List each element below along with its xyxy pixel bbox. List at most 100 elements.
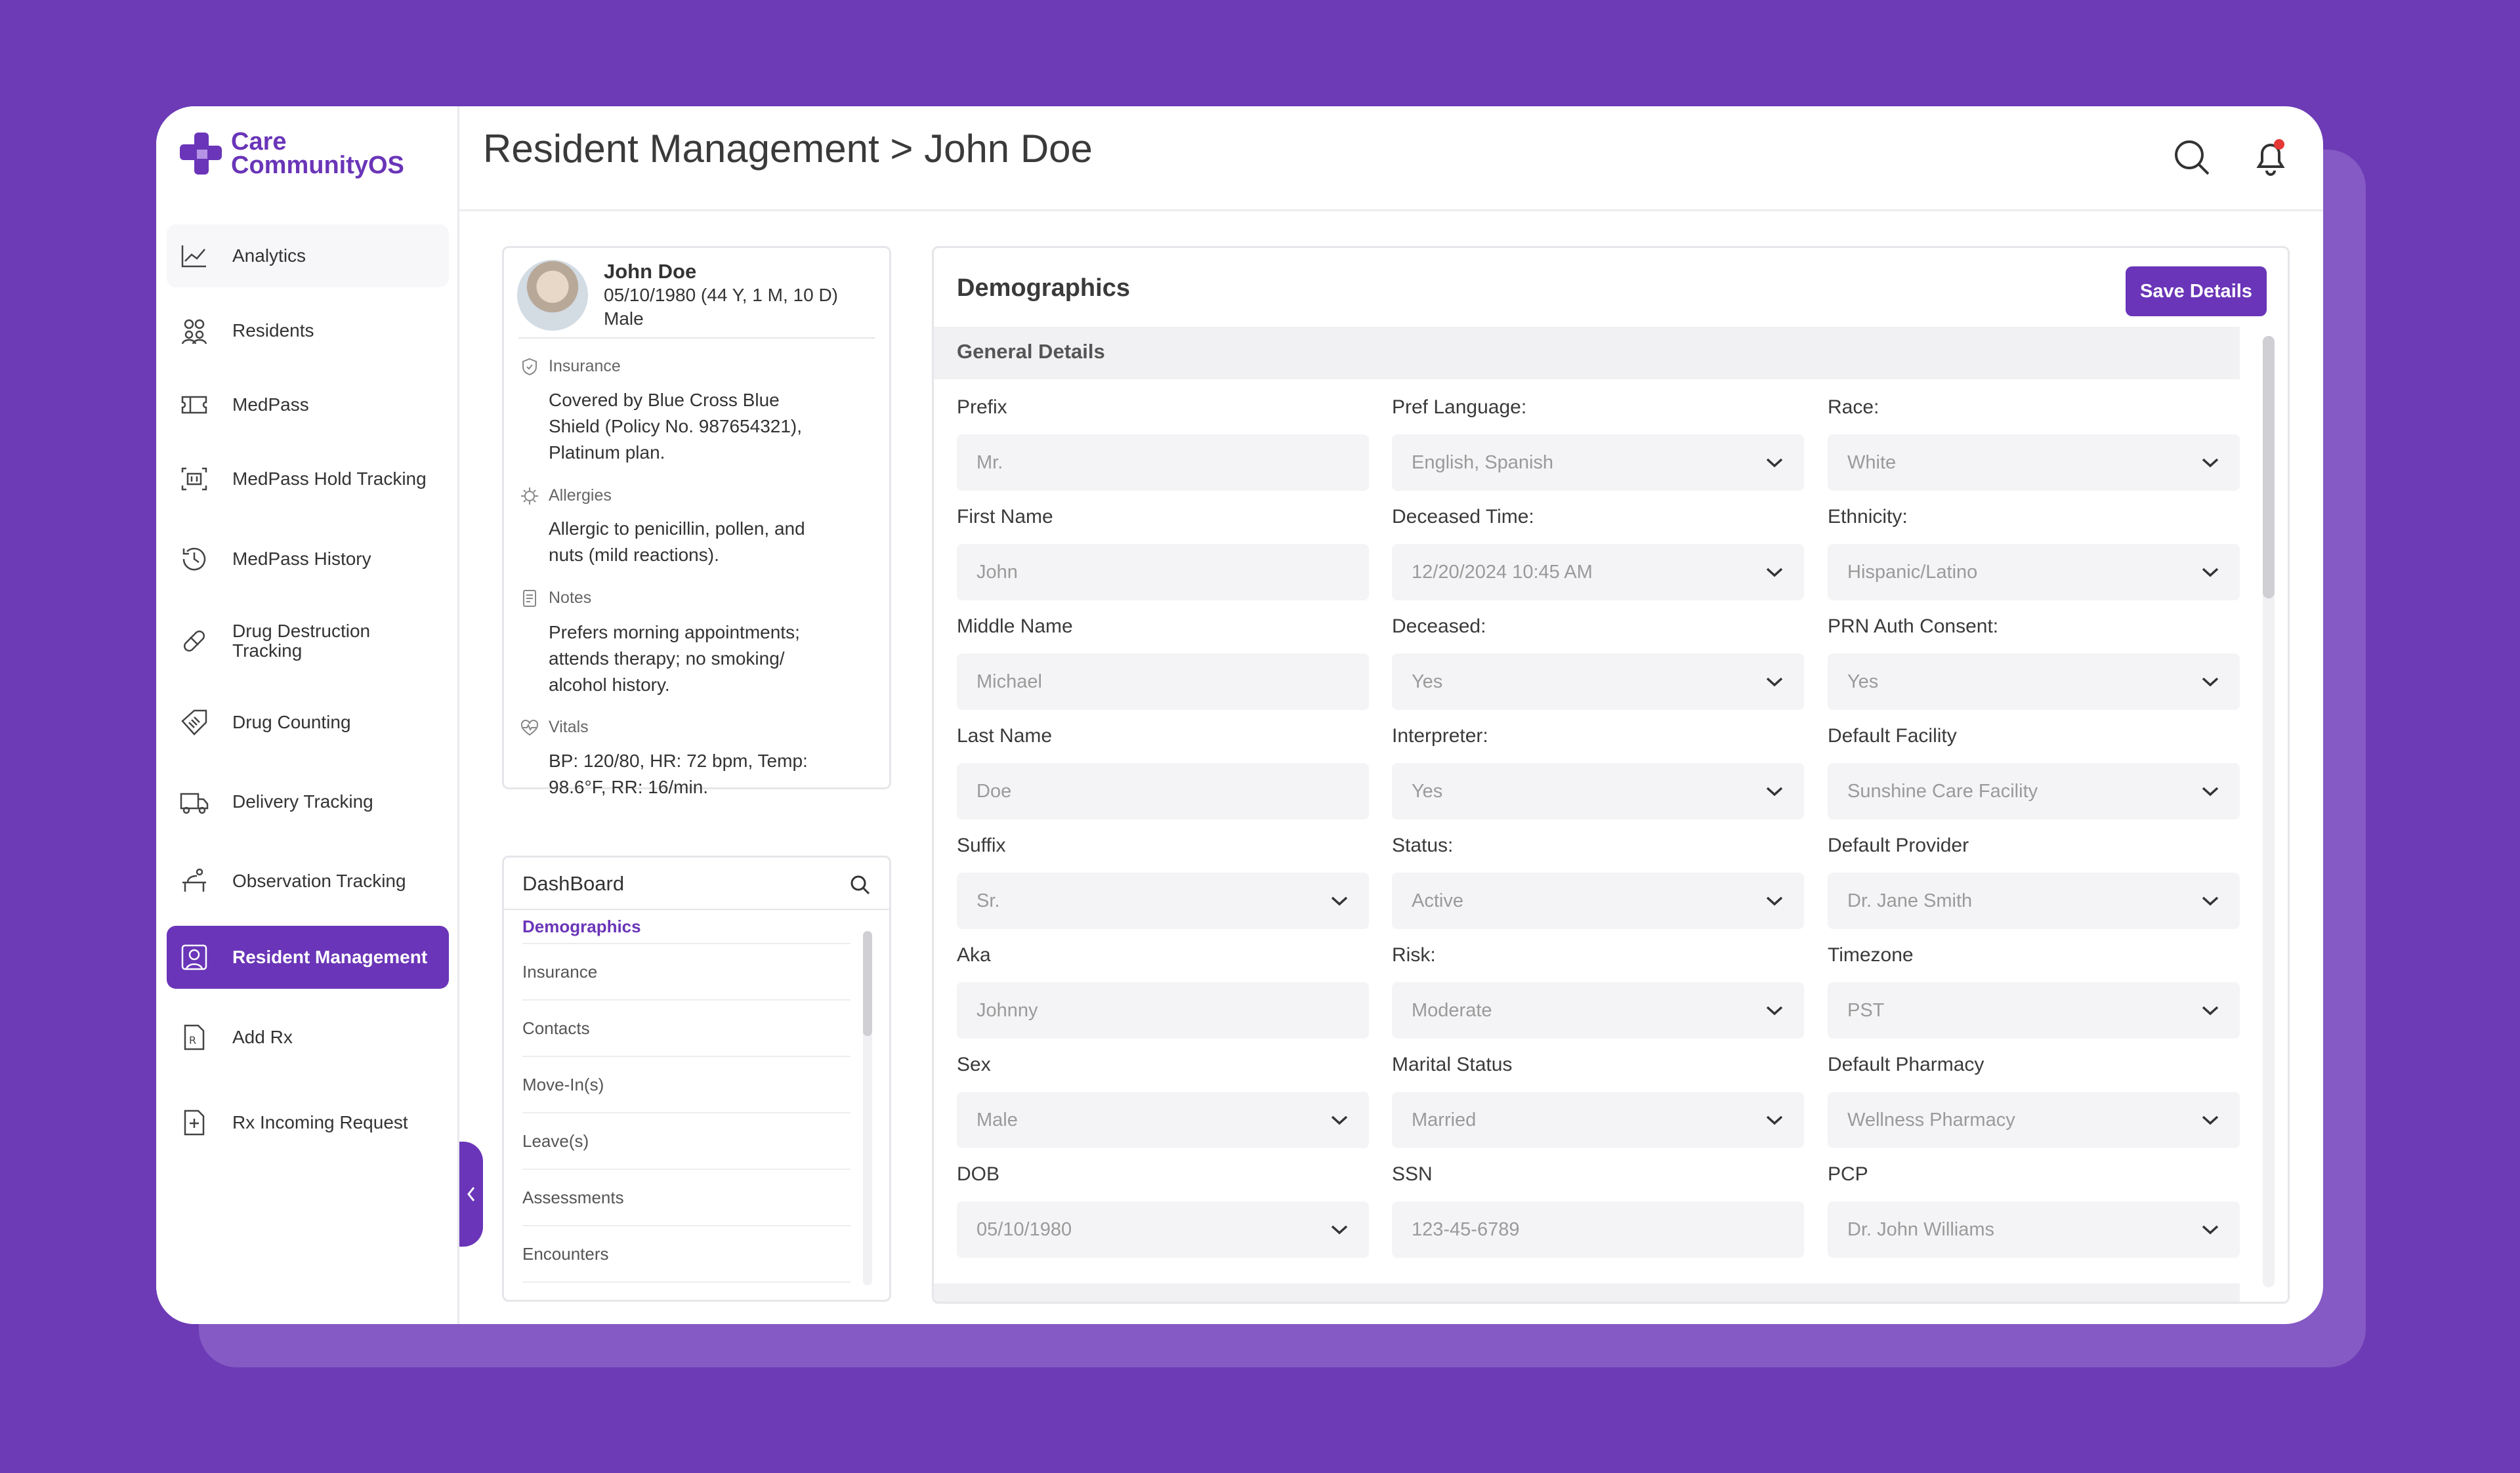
field-value: Michael bbox=[976, 671, 1042, 692]
risk-select[interactable]: Moderate bbox=[1392, 982, 1804, 1039]
sidebar-item-rx-incoming-request[interactable]: Rx Incoming Request bbox=[167, 1091, 449, 1154]
top-header: Resident Management > John Doe bbox=[459, 106, 2323, 211]
dob-select[interactable]: 05/10/1980 bbox=[957, 1201, 1369, 1258]
sidebar-item-medpass-history[interactable]: MedPass History bbox=[167, 528, 449, 591]
dashboard-item-assessments[interactable]: Assessments bbox=[522, 1170, 850, 1226]
chevron-down-icon[interactable] bbox=[1765, 783, 1784, 800]
field-value: PST bbox=[1847, 999, 1885, 1021]
chevron-down-icon[interactable] bbox=[2200, 1221, 2220, 1238]
sidebar-item-analytics[interactable]: Analytics bbox=[167, 224, 449, 287]
dashboard-scrollbar-thumb[interactable] bbox=[863, 931, 872, 1036]
sidebar-item-label: Drug Destruction Tracking bbox=[232, 621, 371, 661]
sex-select[interactable]: Male bbox=[957, 1092, 1369, 1148]
chevron-down-icon[interactable] bbox=[1765, 564, 1784, 581]
pcp-select[interactable]: Dr. John Williams bbox=[1828, 1201, 2240, 1258]
chevron-down-icon[interactable] bbox=[1765, 1002, 1784, 1019]
default-pharmacy-select[interactable]: Wellness Pharmacy bbox=[1828, 1092, 2240, 1148]
collapse-sidebar-toggle[interactable] bbox=[459, 1142, 483, 1247]
field-suffix: Suffix Sr. bbox=[957, 835, 1369, 929]
default-provider-select[interactable]: Dr. Jane Smith bbox=[1828, 873, 2240, 929]
chevron-down-icon[interactable] bbox=[1330, 892, 1349, 909]
resident-dob: 05/10/1980 (44 Y, 1 M, 10 D) bbox=[604, 285, 838, 305]
field-label: PRN Auth Consent: bbox=[1828, 615, 1999, 637]
sidebar-item-medpass-hold-tracking[interactable]: MedPass Hold Tracking bbox=[167, 447, 449, 510]
chevron-down-icon[interactable] bbox=[2200, 1111, 2220, 1129]
suffix-select[interactable]: Sr. bbox=[957, 873, 1369, 929]
sidebar-item-label: Resident Management bbox=[232, 947, 428, 967]
truck-icon bbox=[180, 793, 209, 814]
demographics-title: Demographics bbox=[957, 274, 1130, 302]
chevron-down-icon[interactable] bbox=[2200, 1002, 2220, 1019]
sidebar-item-residents[interactable]: Residents bbox=[167, 299, 449, 362]
search-icon[interactable] bbox=[2171, 136, 2213, 178]
prn-auth-consent-select[interactable]: Yes bbox=[1828, 654, 2240, 710]
sidebar-item-drug-counting[interactable]: Drug Counting bbox=[167, 691, 449, 754]
interpreter-select[interactable]: Yes bbox=[1392, 763, 1804, 819]
allergies-title: Allergies bbox=[549, 486, 612, 505]
last-name-input[interactable]: Doe bbox=[957, 763, 1369, 819]
sidebar-item-observation-tracking[interactable]: Observation Tracking bbox=[167, 850, 449, 913]
field-ssn: SSN 123-45-6789 bbox=[1392, 1163, 1804, 1258]
users-icon bbox=[181, 319, 207, 344]
sidebar-item-add-rx[interactable]: R Add Rx bbox=[167, 1006, 449, 1069]
ssn-input[interactable]: 123-45-6789 bbox=[1392, 1201, 1804, 1258]
default-facility-select[interactable]: Sunshine Care Facility bbox=[1828, 763, 2240, 819]
prefix-input[interactable]: Mr. bbox=[957, 434, 1369, 491]
field-deceased-time: Deceased Time: 12/20/2024 10:45 AM bbox=[1392, 506, 1804, 600]
vitals-line: BP: 120/80, HR: 72 bpm, Temp: bbox=[549, 751, 808, 771]
timezone-select[interactable]: PST bbox=[1828, 982, 2240, 1039]
dashboard-item-encounters[interactable]: Encounters bbox=[522, 1226, 850, 1283]
field-ethnicity: Ethnicity: Hispanic/Latino bbox=[1828, 506, 2240, 600]
chevron-down-icon[interactable] bbox=[1330, 1111, 1349, 1129]
aka-input[interactable]: Johnny bbox=[957, 982, 1369, 1039]
field-value: 12/20/2024 10:45 AM bbox=[1412, 561, 1593, 583]
chevron-down-icon[interactable] bbox=[1330, 1221, 1349, 1238]
dashboard-item-leaves[interactable]: Leave(s) bbox=[522, 1113, 850, 1170]
logo[interactable]: Care CommunityOS bbox=[177, 129, 404, 178]
sidebar-item-medpass[interactable]: MedPass bbox=[167, 373, 449, 436]
dashboard-item-contacts[interactable]: Contacts bbox=[522, 1001, 850, 1057]
sidebar-item-label: MedPass bbox=[232, 394, 309, 415]
chevron-down-icon[interactable] bbox=[2200, 673, 2220, 690]
marital-status-select[interactable]: Married bbox=[1392, 1092, 1804, 1148]
insurance-title: Insurance bbox=[549, 357, 621, 375]
middle-name-input[interactable]: Michael bbox=[957, 654, 1369, 710]
heart-pulse-icon bbox=[520, 719, 539, 736]
deceased-time-select[interactable]: 12/20/2024 10:45 AM bbox=[1392, 544, 1804, 600]
status-select[interactable]: Active bbox=[1392, 873, 1804, 929]
bell-icon[interactable] bbox=[2250, 136, 2292, 178]
dashboard-list: Demographics Insurance Contacts Move-In(… bbox=[522, 910, 850, 1283]
insurance-line: Platinum plan. bbox=[549, 442, 665, 463]
dashboard-item-insurance[interactable]: Insurance bbox=[522, 944, 850, 1001]
chevron-down-icon[interactable] bbox=[1765, 1111, 1784, 1129]
sidebar-item-label: Rx Incoming Request bbox=[232, 1112, 408, 1132]
demographics-scrollbar-thumb[interactable] bbox=[2263, 336, 2275, 598]
dashboard-item-demographics[interactable]: Demographics bbox=[522, 910, 850, 944]
field-default-provider: Default Provider Dr. Jane Smith bbox=[1828, 835, 2240, 929]
field-value: John bbox=[976, 561, 1018, 583]
ethnicity-select[interactable]: Hispanic/Latino bbox=[1828, 544, 2240, 600]
chevron-down-icon[interactable] bbox=[2200, 892, 2220, 909]
chevron-down-icon[interactable] bbox=[2200, 454, 2220, 471]
shield-icon bbox=[522, 358, 537, 376]
deceased-select[interactable]: Yes bbox=[1392, 654, 1804, 710]
field-value: Sunshine Care Facility bbox=[1847, 780, 2038, 802]
dashboard-item-move-ins[interactable]: Move-In(s) bbox=[522, 1057, 850, 1113]
sidebar-item-drug-destruction-tracking[interactable]: Drug Destruction Tracking bbox=[167, 610, 449, 673]
race-select[interactable]: White bbox=[1828, 434, 2240, 491]
pref-language-select[interactable]: English, Spanish bbox=[1392, 434, 1804, 491]
sidebar-item-resident-management[interactable]: Resident Management bbox=[167, 926, 449, 989]
field-label: SSN bbox=[1392, 1163, 1433, 1185]
vitals-title: Vitals bbox=[549, 718, 589, 736]
field-value: Married bbox=[1412, 1109, 1477, 1131]
save-details-button[interactable]: Save Details bbox=[2126, 266, 2267, 316]
chevron-down-icon[interactable] bbox=[1765, 454, 1784, 471]
sidebar-item-delivery-tracking[interactable]: Delivery Tracking bbox=[167, 770, 449, 833]
chevron-down-icon[interactable] bbox=[1765, 673, 1784, 690]
chevron-down-icon[interactable] bbox=[2200, 564, 2220, 581]
chevron-down-icon[interactable] bbox=[2200, 783, 2220, 800]
chevron-down-icon[interactable] bbox=[1765, 892, 1784, 909]
tag-icon bbox=[181, 709, 207, 736]
search-icon[interactable] bbox=[849, 873, 871, 896]
first-name-input[interactable]: John bbox=[957, 544, 1369, 600]
